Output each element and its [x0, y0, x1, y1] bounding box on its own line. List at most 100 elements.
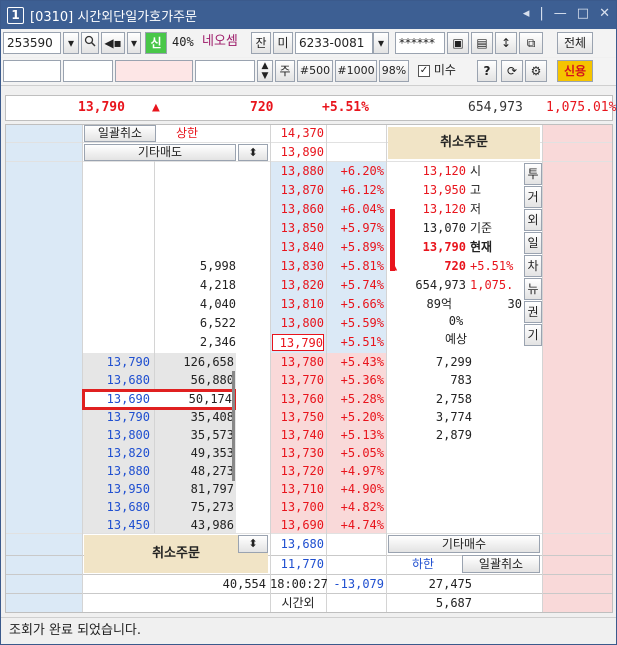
order-list-price[interactable]: 13,800 — [84, 427, 150, 443]
amount-field[interactable] — [195, 60, 255, 82]
side-tab-investor[interactable]: 투 — [524, 163, 542, 185]
price-field[interactable] — [115, 60, 193, 82]
order-list-price[interactable]: 13,820 — [84, 445, 150, 461]
spinner-icon[interactable]: ⬍ — [238, 144, 268, 161]
bid-price[interactable]: 13,740 — [270, 427, 324, 443]
bid-price[interactable]: 13,780 — [270, 354, 324, 370]
misu-checkbox[interactable]: ✓ 미수 — [415, 60, 471, 82]
password-input[interactable]: ****** — [395, 32, 445, 54]
chevron-down-icon[interactable]: ▾ — [373, 32, 389, 54]
order-list-price[interactable]: 13,690 — [84, 391, 150, 407]
spinner-icon[interactable]: ⬍ — [238, 535, 268, 553]
window-title: [0310] 시간외단일가호가주문 — [30, 9, 197, 25]
credit-button[interactable]: 신용 — [557, 60, 593, 82]
ask-price[interactable]: 13,800 — [270, 315, 324, 331]
maximize-icon[interactable]: □ — [577, 6, 589, 21]
order-list-qty: 50,174 — [188, 392, 232, 406]
order-list-price[interactable]: 13,790 — [84, 354, 150, 370]
separator-icon: | — [539, 6, 544, 21]
window-split-icon[interactable]: ▣ — [447, 32, 469, 54]
other-buy-price[interactable]: 13,680 — [270, 536, 324, 552]
unfilled-tag[interactable]: 미 — [273, 32, 293, 54]
export-icon[interactable]: ⧉ — [519, 32, 543, 54]
order-list-price[interactable]: 13,790 — [84, 409, 150, 425]
side-tab-etc[interactable]: 기 — [524, 324, 542, 346]
shares-unit-button[interactable]: 주 — [275, 60, 295, 82]
bid-price[interactable]: 13,750 — [270, 409, 324, 425]
lower-limit-price[interactable]: 11,770 — [270, 556, 324, 572]
bid-price[interactable]: 13,700 — [270, 499, 324, 515]
qty-1000-button[interactable]: #1000 — [335, 60, 377, 82]
bid-price[interactable]: 13,770 — [270, 372, 324, 388]
order-list-scrollbar[interactable] — [232, 371, 235, 481]
ask-price[interactable]: 13,820 — [270, 277, 324, 293]
base-price: 13,070 — [422, 221, 466, 235]
chevron-down-icon[interactable]: ▾ — [127, 32, 141, 54]
bid-price[interactable]: 13,760 — [270, 391, 324, 407]
ask-price[interactable]: 13,860 — [270, 201, 324, 217]
cancel-order-sell-button[interactable]: 취소주문 — [388, 127, 540, 159]
bid-price[interactable]: 13,720 — [270, 463, 324, 479]
bid-price[interactable]: 13,710 — [270, 481, 324, 497]
balance-tag[interactable]: 잔 — [251, 32, 271, 54]
collapse-icon[interactable]: ◂ — [523, 6, 530, 21]
qty-field[interactable] — [63, 60, 113, 82]
ask-price[interactable]: 13,850 — [270, 220, 324, 236]
bid-price[interactable]: 13,690 — [270, 517, 324, 533]
refresh-icon[interactable]: ⟳ — [501, 60, 523, 82]
other-sell-button[interactable]: 기타매도 — [84, 144, 236, 161]
title-bar[interactable]: 1 [0310] 시간외단일가호가주문 ◂ | — □ ✕ — [1, 1, 616, 29]
gear-icon[interactable]: ⚙ — [525, 60, 547, 82]
side-tab-trade[interactable]: 거 — [524, 186, 542, 208]
side-tab-chart[interactable]: 차 — [524, 255, 542, 277]
order-list-price[interactable]: 13,880 — [84, 463, 150, 479]
bid-qty: 2,879 — [435, 428, 472, 442]
stock-code-input[interactable]: 253590 — [3, 32, 61, 54]
side-tab-daily[interactable]: 일 — [524, 232, 542, 254]
close-icon[interactable]: ✕ — [599, 6, 610, 21]
ask-price[interactable]: 13,810 — [270, 296, 324, 312]
account-input[interactable]: 6233-0081 — [295, 32, 373, 54]
spinner-icon[interactable]: ▲ ▼ — [257, 60, 273, 82]
bid-rate: +5.36% — [340, 373, 384, 387]
qty-500-button[interactable]: #500 — [297, 60, 333, 82]
side-tab-foreign[interactable]: 외 — [524, 209, 542, 231]
upper-limit-price[interactable]: 14,370 — [270, 125, 324, 141]
other-buy-button[interactable]: 기타매수 — [388, 535, 540, 553]
bulk-cancel-buy-button[interactable]: 일괄취소 — [462, 555, 540, 573]
order-list-price[interactable]: 13,950 — [84, 481, 150, 497]
up-arrow-icon: ▲ — [390, 259, 398, 273]
ask-order-column[interactable] — [6, 125, 82, 612]
bid-price[interactable]: 13,730 — [270, 445, 324, 461]
side-tab-news[interactable]: 뉴 — [524, 278, 542, 300]
bulk-cancel-sell-button[interactable]: 일괄취소 — [84, 125, 156, 142]
ask-price[interactable]: 13,830 — [270, 258, 324, 274]
order-list-price[interactable]: 13,680 — [84, 372, 150, 388]
bid-rate: +5.20% — [340, 410, 384, 424]
other-sell-price[interactable]: 13,890 — [270, 144, 324, 160]
chevron-down-icon[interactable]: ▾ — [63, 32, 79, 54]
layout-icon[interactable]: ▤ — [471, 32, 493, 54]
order-list-price[interactable]: 13,680 — [84, 499, 150, 515]
help-button[interactable]: ? — [477, 60, 497, 82]
ask-qty — [156, 239, 236, 255]
side-tab-rights[interactable]: 권 — [524, 301, 542, 323]
all-button[interactable]: 전체 — [557, 32, 593, 54]
current-price-cell[interactable]: 13,790 — [272, 334, 324, 351]
ask-price[interactable]: 13,880 — [270, 163, 324, 179]
base-label: 기준 — [470, 221, 493, 235]
checkmark-icon[interactable]: ✓ — [418, 64, 430, 77]
order-list-price[interactable]: 13,450 — [84, 517, 150, 533]
search-icon[interactable] — [81, 32, 99, 54]
side-tab-strip: 투 거 외 일 차 뉴 권 기 — [524, 163, 542, 349]
sort-arrows-icon[interactable]: ↕ — [495, 32, 517, 54]
ratio-98-button[interactable]: 98% — [379, 60, 409, 82]
minimize-icon[interactable]: — — [554, 6, 567, 21]
speaker-icon[interactable]: ◀▪ — [101, 32, 125, 54]
current-price: 13,790 — [78, 100, 125, 115]
ask-price[interactable]: 13,840 — [270, 239, 324, 255]
order-type-field[interactable] — [3, 60, 61, 82]
ask-price[interactable]: 13,870 — [270, 182, 324, 198]
new-button[interactable]: 신 — [145, 32, 167, 54]
bid-order-column[interactable] — [542, 125, 612, 612]
